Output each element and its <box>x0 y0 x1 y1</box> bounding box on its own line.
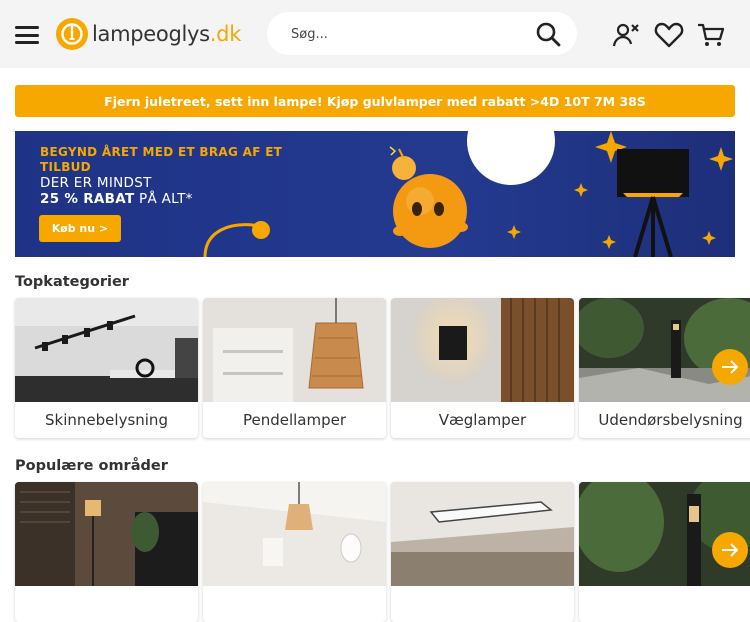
cart-icon[interactable] <box>696 20 726 50</box>
arrow-right-icon <box>722 360 739 374</box>
wall-lamps-image <box>391 298 574 402</box>
search-box <box>267 12 577 57</box>
category-card-wall-lamps[interactable]: Væglamper <box>391 298 574 438</box>
carousel-next-button[interactable] <box>712 349 748 385</box>
popular-areas-title: Populære områder <box>15 458 168 474</box>
hamburger-menu-icon[interactable] <box>15 26 39 44</box>
category-card-pendant-lamps[interactable]: Pendellamper <box>203 298 386 438</box>
account-icon[interactable] <box>612 20 642 50</box>
category-card-track-lighting[interactable]: Skinnebelysning <box>15 298 198 438</box>
category-label: Væglamper <box>438 411 527 429</box>
search-input[interactable] <box>289 12 533 57</box>
category-label: Pendellamper <box>242 411 347 429</box>
wishlist-heart-icon[interactable] <box>654 20 684 50</box>
bedroom-image <box>203 482 386 586</box>
top-categories-carousel: Skinnebelysning Pendellamper Væglamper U… <box>15 298 750 438</box>
ceiling-panel-image <box>391 482 574 586</box>
track-lighting-image <box>15 298 198 402</box>
area-card-3[interactable] <box>391 482 574 622</box>
search-icon[interactable] <box>535 21 561 47</box>
site-header: lampeoglys.dk <box>0 0 750 68</box>
area-card-1[interactable] <box>15 482 198 622</box>
hero-kicker: BEGYND ÅRET MED ET BRAG AF ET TILBUD <box>40 145 283 174</box>
hero-banner[interactable]: BEGYND ÅRET MED ET BRAG AF ET TILBUD DER… <box>15 131 735 257</box>
popular-areas-carousel <box>15 482 750 622</box>
arrow-right-icon <box>722 543 739 557</box>
hero-headline-line1: DER ER MINDST <box>40 175 152 191</box>
pendant-lamps-image <box>203 298 386 402</box>
promo-countdown-bar[interactable]: Fjern juletreet, sett inn lampe! Kjøp gu… <box>15 85 735 117</box>
living-room-image <box>15 482 198 586</box>
logo-wordmark: lampeoglys.dk <box>92 22 242 46</box>
site-logo[interactable]: lampeoglys.dk <box>56 17 241 51</box>
area-card-2[interactable] <box>203 482 386 622</box>
hero-headline-line2: 25 % RABAT PÅ ALT* <box>40 191 193 207</box>
category-label: Skinnebelysning <box>45 411 168 429</box>
top-categories-title: Topkategorier <box>15 274 129 290</box>
category-label: Udendørsbelysning <box>598 411 743 429</box>
promo-text: Fjern juletreet, sett inn lampe! Kjøp gu… <box>104 93 646 109</box>
power-logo-icon <box>56 18 88 50</box>
hero-buy-now-button[interactable]: Køb nu > <box>39 215 121 242</box>
